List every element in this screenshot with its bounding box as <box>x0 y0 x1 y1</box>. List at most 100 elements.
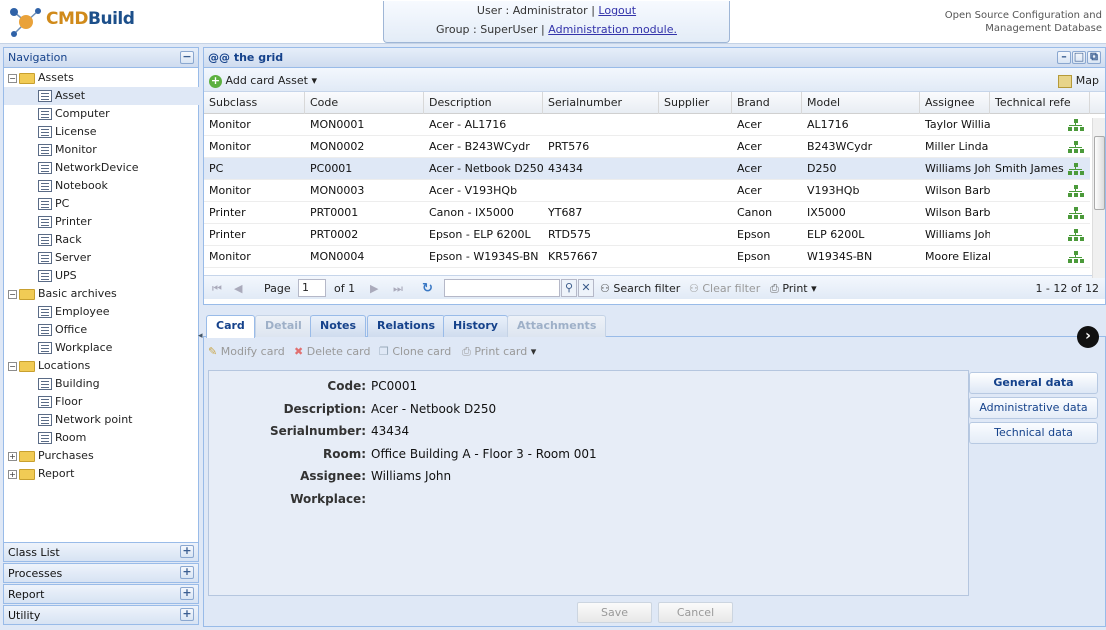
last-page-icon[interactable]: ⏭ <box>393 281 403 297</box>
expand-toggle-icon[interactable]: + <box>8 469 17 479</box>
page-number-input[interactable]: 1 <box>298 279 326 297</box>
nav-item-label: Server <box>55 251 92 264</box>
clear-search-icon[interactable]: ✕ <box>578 279 594 297</box>
table-row[interactable]: Monitor MON0003 Acer - V193HQb Acer V193HQb W… <box>204 180 1090 202</box>
nav-item-room[interactable]: Room <box>4 429 199 447</box>
column-header-model[interactable]: Model <box>802 92 920 114</box>
nav-item-networkdevice[interactable]: NetworkDevice <box>4 159 199 177</box>
print-button[interactable]: ⎙ Print ▾ <box>770 281 817 297</box>
relation-graph-icon[interactable] <box>1068 119 1084 131</box>
column-header-description[interactable]: Description <box>424 92 543 114</box>
nav-item-label: Rack <box>55 233 82 246</box>
accordion-class-list[interactable]: Class List + <box>3 542 199 562</box>
table-row[interactable]: Monitor MON0004 Epson - W1934S-BN KR57667 Ep… <box>204 246 1090 268</box>
collapse-toggle-icon[interactable]: − <box>8 289 17 299</box>
grid-vertical-scrollbar[interactable] <box>1092 118 1105 278</box>
maximize-icon[interactable]: □ <box>1072 51 1086 64</box>
accordion-processes[interactable]: Processes + <box>3 563 199 583</box>
nav-item-license[interactable]: License <box>4 123 199 141</box>
section-button-general-data[interactable]: General data <box>969 372 1098 394</box>
nav-item-workplace[interactable]: Workplace <box>4 339 199 357</box>
nav-item-asset[interactable]: Asset <box>4 87 199 105</box>
minimize-icon[interactable]: – <box>1057 51 1071 64</box>
table-row[interactable]: Printer PRT0002 Epson - ELP 6200L RTD575 Eps… <box>204 224 1090 246</box>
nav-item-monitor[interactable]: Monitor <box>4 141 199 159</box>
nav-folder-purchases[interactable]: + Purchases <box>4 447 199 465</box>
save-button[interactable]: Save <box>577 602 652 623</box>
delete-card-button[interactable]: ✖ Delete card <box>294 344 370 360</box>
next-page-icon[interactable]: ▶ <box>370 281 378 297</box>
nav-item-floor[interactable]: Floor <box>4 393 199 411</box>
expand-toggle-icon[interactable]: + <box>8 451 17 461</box>
group-row: Group : SuperUser | Administration modul… <box>384 20 729 39</box>
nav-item-network-point[interactable]: Network point <box>4 411 199 429</box>
nav-item-office[interactable]: Office <box>4 321 199 339</box>
column-header-brand[interactable]: Brand <box>732 92 802 114</box>
tab-relations[interactable]: Relations <box>367 315 446 337</box>
clone-card-button[interactable]: ❐ Clone card <box>379 344 451 360</box>
cancel-button[interactable]: Cancel <box>658 602 733 623</box>
relation-graph-icon[interactable] <box>1068 163 1084 175</box>
nav-item-notebook[interactable]: Notebook <box>4 177 199 195</box>
tab-card[interactable]: Card <box>206 315 255 338</box>
modify-card-button[interactable]: ✎ Modify card <box>208 344 285 360</box>
column-header-assignee[interactable]: Assignee <box>920 92 990 114</box>
table-row[interactable]: PC PC0001 Acer - Netbook D250 43434 Acer D250… <box>204 158 1090 180</box>
clear-filter-button[interactable]: ⚇ Clear filter <box>689 281 760 297</box>
relation-graph-icon[interactable] <box>1068 141 1084 153</box>
nav-folder-assets[interactable]: − Assets <box>4 69 199 87</box>
expand-plus-icon[interactable]: + <box>180 566 194 579</box>
collapse-toggle-icon[interactable]: − <box>8 73 17 83</box>
column-header-subclass[interactable]: Subclass <box>204 92 305 114</box>
expand-plus-icon[interactable]: + <box>180 608 194 621</box>
nav-item-server[interactable]: Server <box>4 249 199 267</box>
collapse-toggle-icon[interactable]: − <box>8 361 17 371</box>
nav-folder-locations[interactable]: − Locations <box>4 357 199 375</box>
table-row[interactable]: Monitor MON0002 Acer - B243WCydr PRT576 Acer… <box>204 136 1090 158</box>
collapse-navigation-button[interactable]: − <box>180 51 194 64</box>
relation-graph-icon[interactable] <box>1068 185 1084 197</box>
search-icon[interactable]: ⚲ <box>561 279 577 297</box>
tab-notes[interactable]: Notes <box>310 315 367 337</box>
nav-item-label: Asset <box>55 89 86 102</box>
nav-item-ups[interactable]: UPS <box>4 267 199 285</box>
search-input[interactable] <box>444 279 560 297</box>
first-page-icon[interactable]: ⏮ <box>212 281 222 297</box>
tab-history[interactable]: History <box>443 315 508 337</box>
nav-item-printer[interactable]: Printer <box>4 213 199 231</box>
table-row-partial[interactable] <box>204 268 1090 275</box>
expand-plus-icon[interactable]: + <box>180 587 194 600</box>
expand-plus-icon[interactable]: + <box>180 545 194 558</box>
column-header-technical-refe[interactable]: Technical refe <box>990 92 1090 114</box>
folder-icon <box>19 360 35 372</box>
prev-page-icon[interactable]: ◀ <box>234 281 242 297</box>
nav-item-employee[interactable]: Employee <box>4 303 199 321</box>
nav-item-computer[interactable]: Computer <box>4 105 199 123</box>
section-button-technical-data[interactable]: Technical data <box>969 422 1098 444</box>
column-header-serialnumber[interactable]: Serialnumber <box>543 92 659 114</box>
search-filter-button[interactable]: ⚇ Search filter <box>600 281 680 297</box>
print-card-button[interactable]: ⎙ Print card ▾ <box>462 344 536 360</box>
logout-link[interactable]: Logout <box>598 4 636 17</box>
add-card-button[interactable]: + Add card Asset ▾ <box>209 73 317 89</box>
column-header-supplier[interactable]: Supplier <box>659 92 732 114</box>
table-row[interactable]: Monitor MON0001 Acer - AL1716 Acer AL1716 Tay… <box>204 114 1090 136</box>
nav-folder-basic-archives[interactable]: − Basic archives <box>4 285 199 303</box>
refresh-icon[interactable]: ↻ <box>422 281 433 297</box>
nav-item-pc[interactable]: PC <box>4 195 199 213</box>
scrollbar-thumb[interactable] <box>1094 136 1105 210</box>
accordion-report[interactable]: Report + <box>3 584 199 604</box>
nav-folder-report[interactable]: + Report <box>4 465 199 483</box>
nav-item-building[interactable]: Building <box>4 375 199 393</box>
section-button-administrative-data[interactable]: Administrative data <box>969 397 1098 419</box>
nav-item-rack[interactable]: Rack <box>4 231 199 249</box>
table-row[interactable]: Printer PRT0001 Canon - IX5000 YT687 Canon IX… <box>204 202 1090 224</box>
administration-module-link[interactable]: Administration module. <box>548 23 677 36</box>
restore-icon[interactable]: ⧉ <box>1087 51 1101 64</box>
accordion-utility[interactable]: Utility + <box>3 605 199 625</box>
column-header-code[interactable]: Code <box>305 92 424 114</box>
relation-graph-icon[interactable] <box>1068 229 1084 241</box>
map-button[interactable]: Map <box>1058 73 1099 89</box>
relation-graph-icon[interactable] <box>1068 251 1084 263</box>
relation-graph-icon[interactable] <box>1068 207 1084 219</box>
